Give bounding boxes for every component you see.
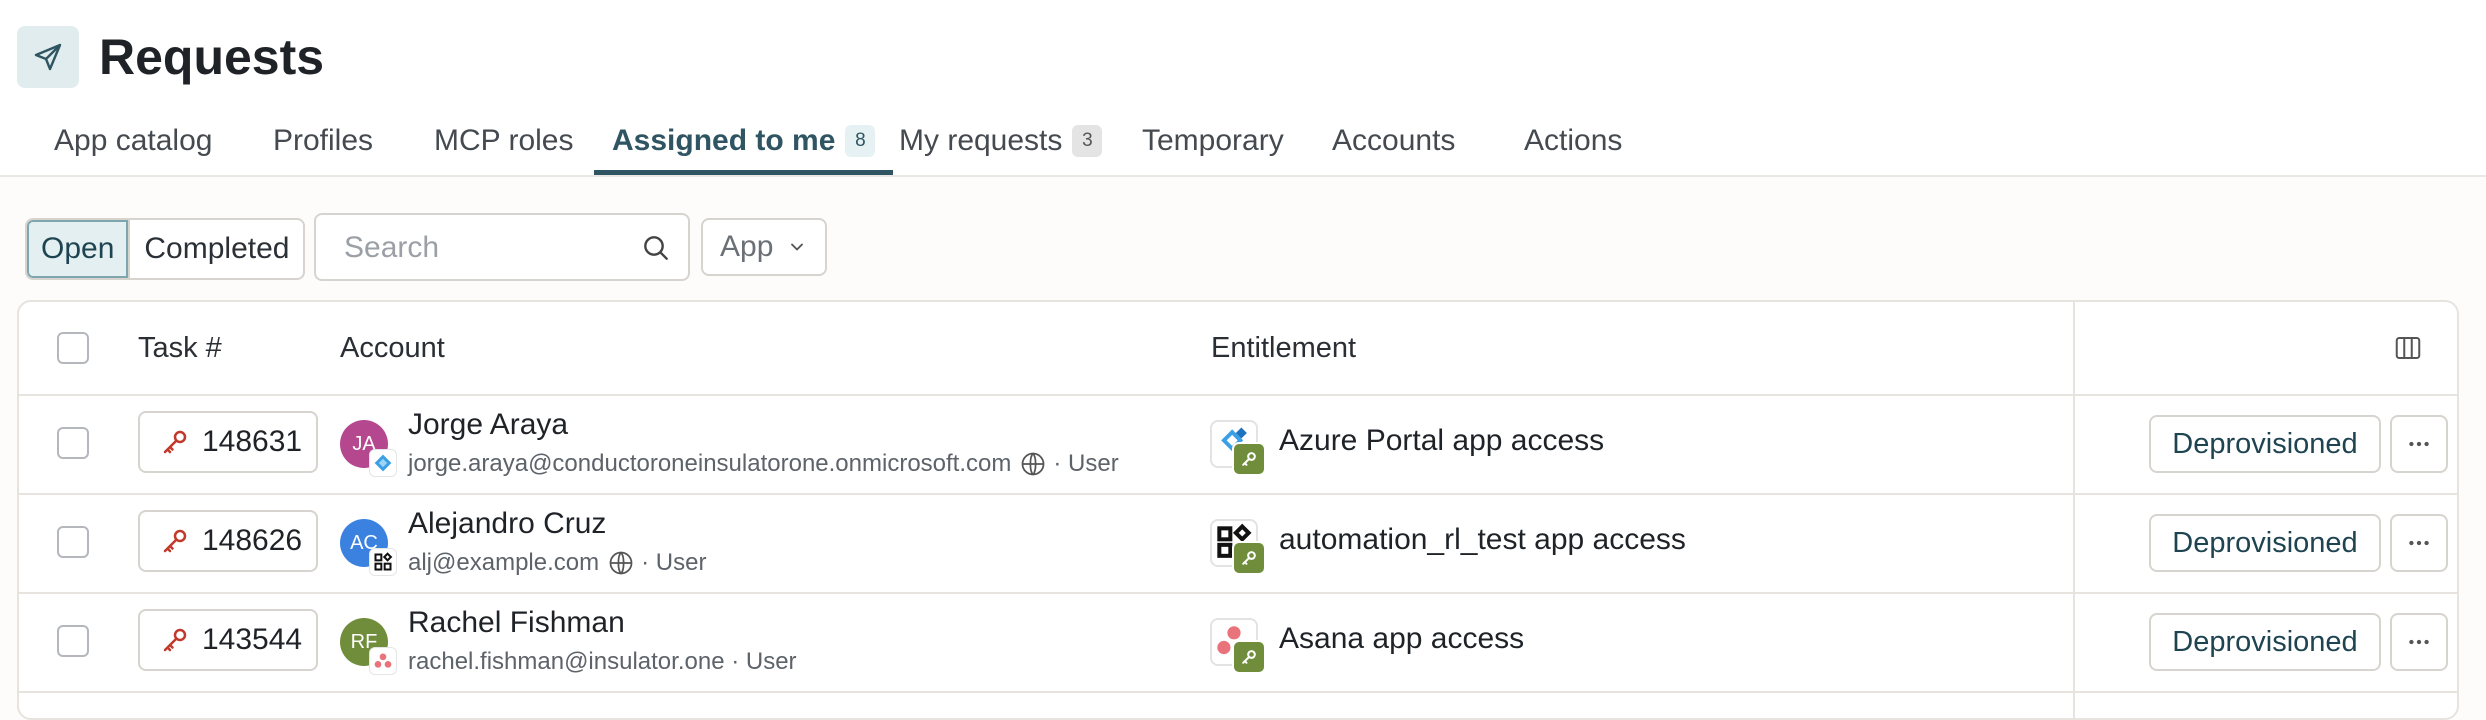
tab-count-badge: 3	[1072, 125, 1103, 157]
search-icon[interactable]	[640, 232, 672, 269]
entitlement-name[interactable]: Azure Portal app access	[1279, 424, 1604, 458]
tab-app-catalog[interactable]: App catalog	[54, 110, 212, 172]
tab-temporary[interactable]: Temporary	[1142, 110, 1284, 172]
search-input[interactable]	[342, 227, 616, 269]
key-icon	[1232, 442, 1266, 476]
tab-my-requests[interactable]: My requests 3	[899, 110, 1103, 172]
azure-icon	[370, 450, 396, 476]
status-button[interactable]: Deprovisioned	[2149, 514, 2381, 572]
table-row[interactable]: 143544 RF Rachel Fishman rachel.fishman@…	[19, 592, 2457, 693]
column-header-account[interactable]: Account	[340, 302, 445, 394]
globe-icon	[607, 549, 635, 577]
requests-table: Task # Account Entitlement 148631 JA Jor…	[17, 300, 2459, 720]
header: Requests App catalog Profiles MCP roles …	[0, 0, 2486, 177]
asana-icon	[1210, 618, 1266, 674]
app-filter-label: App	[720, 230, 774, 263]
entitlement-name[interactable]: automation_rl_test app access	[1279, 523, 1686, 557]
tab-mcp-roles[interactable]: MCP roles	[434, 110, 573, 172]
asana-icon	[370, 648, 396, 674]
tab-actions[interactable]: Actions	[1524, 110, 1622, 172]
task-number-button[interactable]: 148626	[138, 510, 319, 572]
more-options-icon[interactable]	[2390, 415, 2448, 473]
account-email: alj@example.com · User	[408, 549, 707, 577]
key-icon	[160, 427, 190, 457]
key-icon	[160, 526, 190, 556]
entitlement-name[interactable]: Asana app access	[1279, 622, 1524, 656]
tab-profiles[interactable]: Profiles	[273, 110, 373, 172]
column-header-task[interactable]: Task #	[138, 302, 222, 394]
status-toggle: Open Completed	[25, 218, 306, 280]
paper-plane-icon	[17, 26, 79, 88]
page-title: Requests	[99, 29, 325, 85]
column-header-entitlement[interactable]: Entitlement	[1211, 302, 1356, 394]
row-checkbox[interactable]	[57, 625, 89, 657]
table-row[interactable]: 148626 AC Alejandro Cruz alj@example.com…	[19, 493, 2457, 594]
table-row[interactable]: 148631 JA Jorge Araya jorge.araya@conduc…	[19, 394, 2457, 495]
app-filter-dropdown[interactable]: App	[701, 218, 827, 276]
account-name: Rachel Fishman	[408, 606, 625, 639]
account-name: Alejandro Cruz	[408, 507, 607, 540]
account-email: rachel.fishman@insulator.one · User	[408, 648, 797, 675]
azure-icon	[1210, 420, 1266, 476]
open-filter-button[interactable]: Open	[27, 220, 129, 278]
app-grid-icon	[1210, 519, 1266, 575]
status-button[interactable]: Deprovisioned	[2149, 613, 2381, 671]
avatar: AC	[340, 519, 396, 575]
row-checkbox[interactable]	[57, 427, 89, 459]
row-checkbox[interactable]	[57, 526, 89, 558]
tab-accounts[interactable]: Accounts	[1332, 110, 1455, 172]
more-options-icon[interactable]	[2390, 514, 2448, 572]
avatar: RF	[340, 618, 396, 674]
more-options-icon[interactable]	[2390, 613, 2448, 671]
search-box	[314, 213, 690, 281]
tab-assigned-to-me[interactable]: Assigned to me 8	[593, 110, 894, 175]
task-number-button[interactable]: 148631	[138, 411, 319, 473]
avatar: JA	[340, 420, 396, 476]
account-name: Jorge Araya	[408, 408, 569, 441]
table-header: Task # Account Entitlement	[19, 302, 2457, 396]
key-icon	[1232, 640, 1266, 674]
key-icon	[160, 625, 190, 655]
status-button[interactable]: Deprovisioned	[2149, 415, 2381, 473]
task-number-button[interactable]: 143544	[138, 609, 319, 671]
app-grid-icon	[370, 549, 396, 575]
completed-filter-button[interactable]: Completed	[128, 220, 303, 278]
key-icon	[1232, 541, 1266, 575]
tab-count-badge: 8	[845, 125, 876, 157]
select-all-checkbox[interactable]	[57, 332, 89, 364]
chevron-down-icon	[787, 237, 807, 257]
account-email: jorge.araya@conductoroneinsulatorone.onm…	[408, 450, 1119, 478]
columns-icon[interactable]	[2393, 302, 2423, 394]
globe-icon	[1019, 450, 1047, 478]
